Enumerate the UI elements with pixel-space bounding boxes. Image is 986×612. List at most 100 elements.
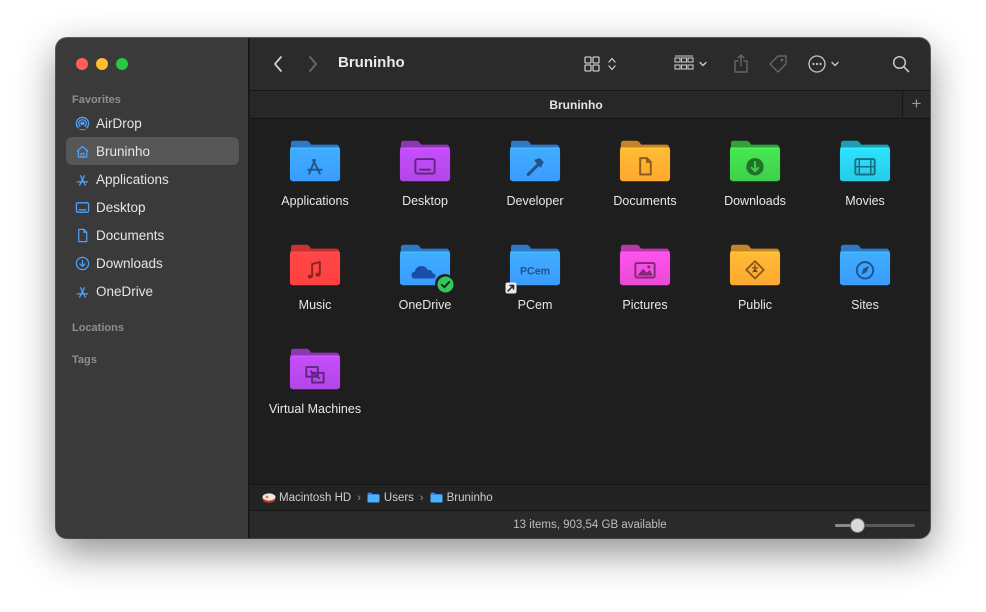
sidebar-item-label: Bruninho [96, 143, 151, 159]
path-segment-bruninho[interactable]: Bruninho [430, 492, 493, 504]
svg-text:PCem: PCem [520, 266, 550, 278]
sidebar-item-desktop[interactable]: Desktop [66, 193, 239, 221]
folder-name: Developer [506, 194, 564, 208]
folder-name: PCem [517, 298, 553, 312]
action-menu-button[interactable] [808, 51, 844, 77]
folder-icon: PCem [505, 242, 562, 294]
sync-status-check-icon [435, 274, 455, 294]
applications-icon [74, 171, 90, 187]
tab-bruninho[interactable]: Bruninho [250, 98, 902, 112]
group-button[interactable] [674, 51, 712, 77]
share-icon [734, 54, 748, 73]
path-segment-label: Users [383, 491, 414, 504]
folder-item-sites[interactable]: Sites [810, 242, 920, 312]
share-button[interactable] [731, 51, 751, 77]
document-icon [74, 227, 90, 243]
sidebar-section-tags[interactable]: Tags [72, 354, 97, 366]
new-tab-button[interactable]: + [902, 91, 930, 118]
folder-item-public[interactable]: Public [700, 242, 810, 312]
path-segment-users[interactable]: Users [367, 492, 414, 504]
path-segment-label: Bruninho [446, 491, 493, 504]
folder-item-applications[interactable]: Applications [260, 138, 370, 208]
sidebar-section-favorites: Favorites [72, 94, 121, 106]
folder-icon [430, 492, 443, 503]
window-controls [76, 58, 128, 70]
folder-item-movies[interactable]: Movies [810, 138, 920, 208]
icon-size-slider[interactable] [835, 518, 915, 533]
search-icon [892, 55, 910, 73]
folder-name: Applications [281, 194, 349, 208]
tag-icon [769, 55, 787, 73]
folder-name: Movies [845, 194, 885, 208]
icon-view: Applications Desktop Developer Documents Dow… [250, 119, 930, 484]
folder-name: Virtual Machines [268, 402, 362, 416]
tab-bar: Bruninho + [250, 90, 930, 119]
back-button[interactable] [270, 51, 286, 77]
window-title: Bruninho [338, 54, 405, 71]
folder-icon [728, 138, 782, 184]
sidebar-item-label: Desktop [96, 199, 146, 215]
sidebar-favorites-list: AirDrop Bruninho Applications Desktop Docume… [66, 109, 239, 305]
folder-icon [367, 492, 380, 503]
path-separator: › [419, 491, 424, 504]
slider-knob[interactable] [850, 518, 865, 533]
folder-item-documents[interactable]: Documents [590, 138, 700, 208]
folder-icon [728, 242, 782, 288]
zoom-button[interactable] [116, 58, 128, 70]
sidebar-item-label: Applications [96, 171, 169, 187]
applications-icon [74, 283, 90, 299]
tag-button[interactable] [767, 51, 789, 77]
sidebar-item-label: OneDrive [96, 283, 154, 299]
folder-icon [618, 242, 672, 288]
folder-icon [618, 138, 672, 184]
folder-icon [838, 242, 892, 288]
path-separator: › [357, 491, 361, 504]
folder-icon [398, 242, 455, 294]
sidebar-item-label: Downloads [96, 255, 163, 271]
folder-name: Downloads [724, 194, 786, 208]
sidebar-section-locations[interactable]: Locations [72, 322, 124, 334]
sidebar-item-bruninho[interactable]: Bruninho [66, 137, 239, 165]
path-segment-macintosh-hd[interactable]: Macintosh HD [262, 492, 351, 504]
path-segment-label: Macintosh HD [279, 491, 352, 504]
minimize-button[interactable] [96, 58, 108, 70]
alias-arrow-icon [505, 282, 517, 294]
sidebar-item-applications[interactable]: Applications [66, 165, 239, 193]
folder-item-desktop[interactable]: Desktop [370, 138, 480, 208]
view-mode-button[interactable] [584, 51, 622, 77]
close-button[interactable] [76, 58, 88, 70]
airdrop-icon [74, 115, 90, 131]
sidebar-item-onedrive[interactable]: OneDrive [66, 277, 239, 305]
folder-name: Public [737, 298, 773, 312]
forward-button[interactable] [305, 51, 321, 77]
sidebar-item-downloads[interactable]: Downloads [66, 249, 239, 277]
sidebar-item-airdrop[interactable]: AirDrop [66, 109, 239, 137]
group-icon [674, 55, 707, 70]
search-button[interactable] [891, 51, 911, 77]
folder-item-music[interactable]: Music [260, 242, 370, 312]
grid-view-icon [584, 56, 616, 72]
folder-item-onedrive[interactable]: OneDrive [370, 242, 480, 312]
folder-item-pictures[interactable]: Pictures [590, 242, 700, 312]
forward-icon [309, 56, 317, 72]
folder-item-downloads[interactable]: Downloads [700, 138, 810, 208]
folder-name: Music [298, 298, 332, 312]
folder-name: Documents [613, 194, 677, 208]
folder-item-developer[interactable]: Developer [480, 138, 590, 208]
desktop-icon [74, 199, 90, 215]
home-icon [74, 143, 90, 159]
folder-icon [398, 138, 452, 184]
status-text: 13 items, 903,54 GB available [513, 519, 667, 531]
folder-icon [288, 242, 342, 288]
more-icon [808, 55, 839, 73]
disk-icon [262, 492, 276, 503]
folder-item-virtual-machines[interactable]: Virtual Machines [260, 346, 370, 416]
status-bar: 13 items, 903,54 GB available [250, 510, 930, 538]
sidebar-item-label: AirDrop [96, 115, 142, 131]
path-bar: Macintosh HD › Users › Bruninho [250, 484, 930, 510]
finder-window: Favorites AirDrop Bruninho Applications Des… [56, 38, 930, 538]
sidebar-item-documents[interactable]: Documents [66, 221, 239, 249]
folder-icon [288, 346, 342, 392]
folder-item-pcem[interactable]: PCem PCem [480, 242, 590, 312]
folder-icon [288, 138, 342, 184]
